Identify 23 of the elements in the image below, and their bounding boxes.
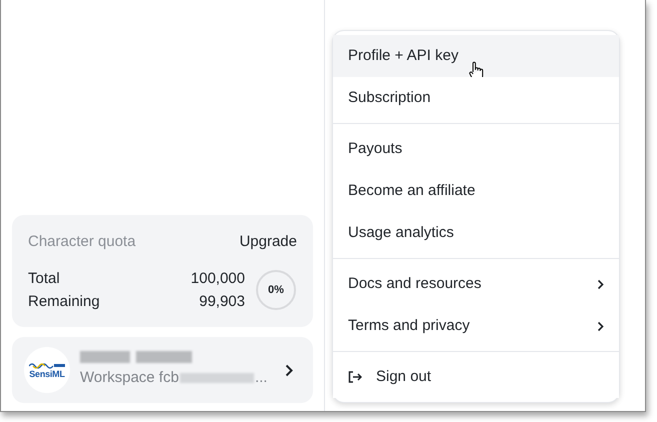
ellipsis-text: ... bbox=[254, 368, 268, 388]
quota-value: 99,903 bbox=[199, 292, 245, 312]
workspace-label: Workspace fcb bbox=[80, 368, 179, 388]
logo: SensiML bbox=[24, 347, 70, 393]
quota-title: Character quota bbox=[28, 232, 136, 252]
quota-value: 100,000 bbox=[190, 269, 245, 289]
account-card[interactable]: SensiML Workspace fcb ... bbox=[12, 337, 313, 403]
menu-item[interactable]: Terms and privacy bbox=[333, 305, 619, 347]
quota-label: Remaining bbox=[28, 292, 100, 312]
chevron-right-icon bbox=[285, 364, 293, 376]
menu-item[interactable]: Payouts bbox=[333, 128, 619, 170]
menu-item[interactable]: Become an affiliate bbox=[333, 170, 619, 212]
chevron-right-icon bbox=[597, 278, 604, 290]
menu-item[interactable]: Docs and resources bbox=[333, 263, 619, 305]
usage-ring: 0% bbox=[255, 269, 297, 311]
upgrade-link[interactable]: Upgrade bbox=[239, 230, 297, 253]
quota-label: Total bbox=[28, 269, 60, 289]
menu-item[interactable]: Usage analytics bbox=[333, 212, 619, 254]
chevron-right-icon bbox=[597, 320, 604, 332]
menu-item[interactable]: Sign out bbox=[333, 356, 619, 398]
menu-item[interactable]: Subscription bbox=[333, 77, 619, 119]
menu-item[interactable]: Profile + API key bbox=[333, 35, 619, 77]
sign-out-icon bbox=[348, 371, 362, 383]
